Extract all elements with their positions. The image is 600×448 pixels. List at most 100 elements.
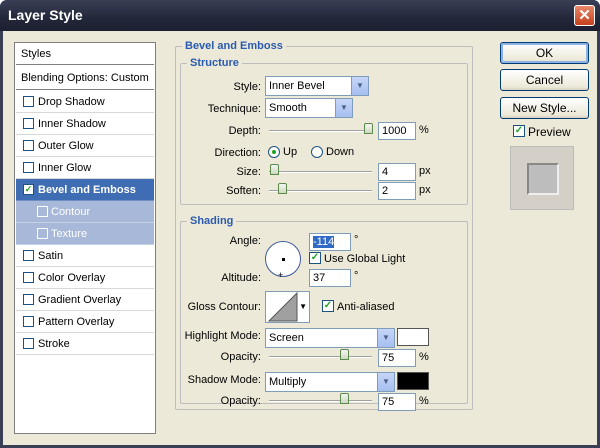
style-label: Style: [233,81,261,93]
soften-label: Soften: [226,185,261,197]
ok-button[interactable]: OK [500,42,589,64]
depth-input[interactable]: 1000 [378,122,416,140]
contour-thumbnail-icon [267,292,298,322]
style-item-checkbox[interactable] [37,206,48,217]
shadow-color-swatch[interactable] [397,372,429,390]
style-item-checkbox[interactable] [23,140,34,151]
chevron-down-icon: ▼ [377,373,394,391]
style-item-color-overlay[interactable]: Color Overlay [16,267,154,289]
style-item-inner-glow[interactable]: Inner Glow [16,157,154,179]
angle-input[interactable]: -114 [309,233,351,251]
style-item-checkbox[interactable] [23,250,34,261]
highlight-color-swatch[interactable] [397,328,429,346]
style-item-checkbox[interactable] [23,316,34,327]
style-item-checkbox[interactable] [37,228,48,239]
direction-up-radio[interactable] [268,146,280,158]
cancel-button[interactable]: Cancel [500,69,589,91]
technique-label: Technique: [207,103,261,115]
styles-header[interactable]: Styles [16,43,154,65]
global-light-label[interactable]: Use Global Light [324,253,405,265]
highlight-mode-dropdown[interactable]: Screen ▼ [265,328,395,348]
style-item-label: Stroke [38,338,70,350]
technique-dropdown[interactable]: Smooth ▼ [265,98,353,118]
title-bar[interactable]: Layer Style ✕ [0,0,600,31]
style-dropdown[interactable]: Inner Bevel ▼ [265,76,369,96]
direction-down-radio[interactable] [311,146,323,158]
angle-dial[interactable]: + [265,241,301,280]
window-title: Layer Style [8,7,83,23]
styles-list: Styles Blending Options: Custom Drop Sha… [14,42,156,434]
chevron-down-icon: ▼ [299,302,307,311]
style-item-contour[interactable]: Contour [16,201,154,223]
direction-down-label[interactable]: Down [326,146,354,158]
style-item-inner-shadow[interactable]: Inner Shadow [16,113,154,135]
style-item-satin[interactable]: Satin [16,245,154,267]
style-item-bevel-and-emboss[interactable]: ✓ Bevel and Emboss [16,179,154,201]
angle-dial-center [282,258,285,261]
style-item-gradient-overlay[interactable]: Gradient Overlay [16,289,154,311]
preview-checkbox[interactable]: ✓ [513,125,525,137]
style-item-stroke[interactable]: Stroke [16,333,154,355]
blending-options-item[interactable]: Blending Options: Custom [16,66,154,90]
highlight-opacity-input[interactable]: 75 [378,349,416,367]
gloss-contour-label: Gloss Contour: [187,301,261,313]
style-item-checkbox[interactable] [23,162,34,173]
soften-slider-handle[interactable] [278,183,287,194]
soften-unit: px [419,184,431,196]
blending-options-label: Blending Options: Custom [21,72,149,84]
style-value: Inner Bevel [269,80,325,92]
soften-input[interactable]: 2 [378,182,416,200]
dialog-client-area: Styles Blending Options: Custom Drop Sha… [3,31,597,445]
angle-label: Angle: [229,235,261,247]
direction-up-label[interactable]: Up [283,146,297,158]
gloss-contour-picker[interactable]: ▼ [265,291,310,323]
close-button[interactable]: ✕ [574,5,595,26]
size-slider[interactable] [269,171,372,173]
style-item-texture[interactable]: Texture [16,223,154,245]
style-item-outer-glow[interactable]: Outer Glow [16,135,154,157]
structure-title: Structure [187,57,242,69]
depth-slider[interactable] [269,130,372,132]
style-item-label: Gradient Overlay [38,294,122,306]
size-label: Size: [236,166,261,178]
preview-swatch [510,146,574,210]
altitude-input[interactable]: 37 [309,269,351,287]
highlight-opacity-unit: % [419,351,429,363]
style-item-label: Bevel and Emboss [38,184,136,196]
shading-title: Shading [187,215,237,227]
crosshair-icon: + [278,270,284,280]
altitude-label: Altitude: [221,272,261,284]
shadow-mode-dropdown[interactable]: Multiply ▼ [265,372,395,392]
size-slider-handle[interactable] [270,164,279,175]
style-item-label: Inner Shadow [38,118,106,130]
antialiased-checkbox[interactable]: ✓ [322,300,334,312]
style-item-label: Contour [51,206,91,218]
style-item-label: Color Overlay [38,272,106,284]
shadow-mode-label: Shadow Mode: [187,374,261,386]
style-item-label: Outer Glow [38,140,94,152]
preview-thumbnail [527,163,559,195]
style-item-checkbox[interactable] [23,294,34,305]
highlight-mode-label: Highlight Mode: [184,330,261,342]
antialiased-label[interactable]: Anti-aliased [337,301,394,313]
highlight-opacity-handle[interactable] [340,349,349,360]
style-item-checkbox[interactable] [23,96,34,107]
highlight-opacity-slider[interactable] [269,356,372,358]
style-item-checkbox[interactable]: ✓ [23,184,34,195]
direction-label: Direction: [214,147,261,159]
depth-slider-handle[interactable] [364,123,373,134]
style-item-checkbox[interactable] [23,338,34,349]
style-item-checkbox[interactable] [23,272,34,283]
shadow-opacity-input[interactable]: 75 [378,393,416,411]
chevron-down-icon: ▼ [377,329,394,347]
style-item-drop-shadow[interactable]: Drop Shadow [16,91,154,113]
style-item-checkbox[interactable] [23,118,34,129]
new-style-button[interactable]: New Style... [500,97,589,119]
shadow-opacity-handle[interactable] [340,393,349,404]
global-light-checkbox[interactable]: ✓ [309,252,321,264]
style-item-pattern-overlay[interactable]: Pattern Overlay [16,311,154,333]
size-input[interactable]: 4 [378,163,416,181]
shadow-opacity-unit: % [419,395,429,407]
preview-label[interactable]: Preview [528,125,571,139]
shadow-opacity-slider[interactable] [269,400,372,402]
